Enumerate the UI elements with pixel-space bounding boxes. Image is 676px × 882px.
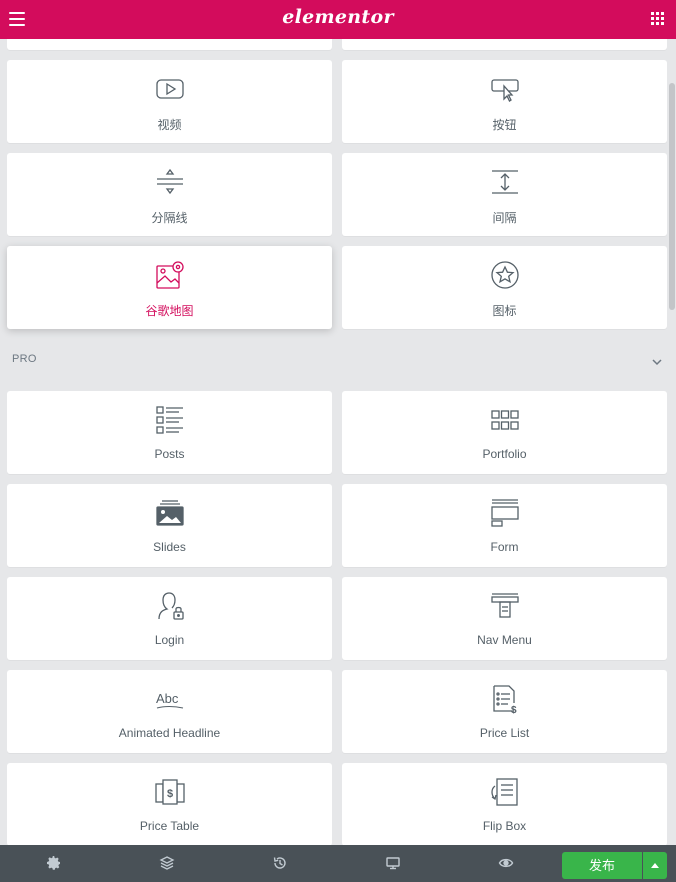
widget-icon[interactable]: 图标: [342, 246, 667, 329]
flip-box-icon: [489, 776, 521, 808]
widget-label: Posts: [154, 447, 185, 461]
widget-label: 图标: [492, 304, 517, 318]
panel-scrollbar[interactable]: [669, 83, 675, 310]
widget-label: 按钮: [492, 118, 517, 132]
widget-login[interactable]: Login: [7, 577, 332, 660]
form-icon: [489, 497, 521, 529]
widget-nav-menu[interactable]: Nav Menu: [342, 577, 667, 660]
caret-up-icon: [651, 863, 659, 868]
widget-label: Price List: [479, 726, 530, 740]
widget-button[interactable]: 按钮: [342, 60, 667, 143]
widget-price-list[interactable]: $ Price List: [342, 670, 667, 753]
widget-flip-box[interactable]: Flip Box: [342, 763, 667, 845]
spacer-icon: [489, 166, 521, 198]
price-list-icon: $: [489, 683, 521, 715]
portfolio-icon: [489, 404, 521, 436]
widget-label: Price Table: [139, 819, 200, 833]
publish-options-button[interactable]: [643, 852, 667, 879]
widget-divider[interactable]: 分隔线: [7, 153, 332, 236]
star-icon: [489, 259, 521, 291]
widget-label: Animated Headline: [118, 726, 221, 740]
price-table-icon: $: [154, 776, 186, 808]
widget-label: Form: [490, 540, 519, 554]
posts-icon: [154, 404, 186, 436]
svg-text:$: $: [167, 788, 173, 800]
widget-label: Portfolio: [482, 447, 527, 461]
footer-bar: 发布: [0, 845, 676, 882]
video-icon: [154, 73, 186, 105]
gear-icon[interactable]: [46, 855, 62, 871]
login-icon: [154, 590, 186, 622]
section-title: PRO: [12, 353, 37, 365]
divider-icon: [154, 166, 186, 198]
widget-label: 间隔: [492, 211, 517, 225]
widget-animated-headline[interactable]: Abc Animated Headline: [7, 670, 332, 753]
nav-menu-icon: [489, 590, 521, 622]
header-bar: elementor: [0, 0, 676, 39]
chevron-down-icon[interactable]: [652, 354, 662, 366]
widget-video[interactable]: 视频: [7, 60, 332, 143]
widget-label: 视频: [157, 118, 182, 132]
slides-icon: [154, 497, 186, 529]
widget-tile-partial[interactable]: [7, 39, 332, 50]
publish-button[interactable]: 发布: [562, 852, 642, 879]
google-maps-icon: [154, 259, 186, 291]
grid-icon[interactable]: [651, 12, 664, 25]
widget-portfolio[interactable]: Portfolio: [342, 391, 667, 474]
eye-icon[interactable]: [498, 855, 514, 871]
widget-label: Flip Box: [482, 819, 527, 833]
widget-label: Login: [154, 633, 185, 647]
widget-posts[interactable]: Posts: [7, 391, 332, 474]
widget-label: Nav Menu: [477, 633, 532, 647]
svg-text:Abc: Abc: [156, 691, 179, 706]
desktop-icon[interactable]: [385, 855, 401, 871]
widget-slides[interactable]: Slides: [7, 484, 332, 567]
widgets-panel: 视频 按钮 分隔线 间隔 谷歌地图 图标 PRO Posts Portfolio…: [0, 39, 676, 845]
widget-label: 分隔线: [151, 211, 188, 225]
svg-text:$: $: [511, 705, 517, 715]
widget-label: 谷歌地图: [145, 304, 194, 318]
widget-price-table[interactable]: $ Price Table: [7, 763, 332, 845]
widget-spacer[interactable]: 间隔: [342, 153, 667, 236]
pro-section-header[interactable]: PRO: [0, 346, 676, 374]
history-icon[interactable]: [272, 855, 288, 871]
layers-icon[interactable]: [159, 855, 175, 871]
widget-label: Slides: [153, 540, 186, 554]
animated-headline-icon: Abc: [154, 683, 186, 715]
widget-tile-partial[interactable]: [342, 39, 667, 50]
widget-google-maps[interactable]: 谷歌地图: [7, 246, 332, 329]
elementor-logo: elementor: [282, 6, 394, 28]
button-icon: [489, 73, 521, 105]
widget-form[interactable]: Form: [342, 484, 667, 567]
